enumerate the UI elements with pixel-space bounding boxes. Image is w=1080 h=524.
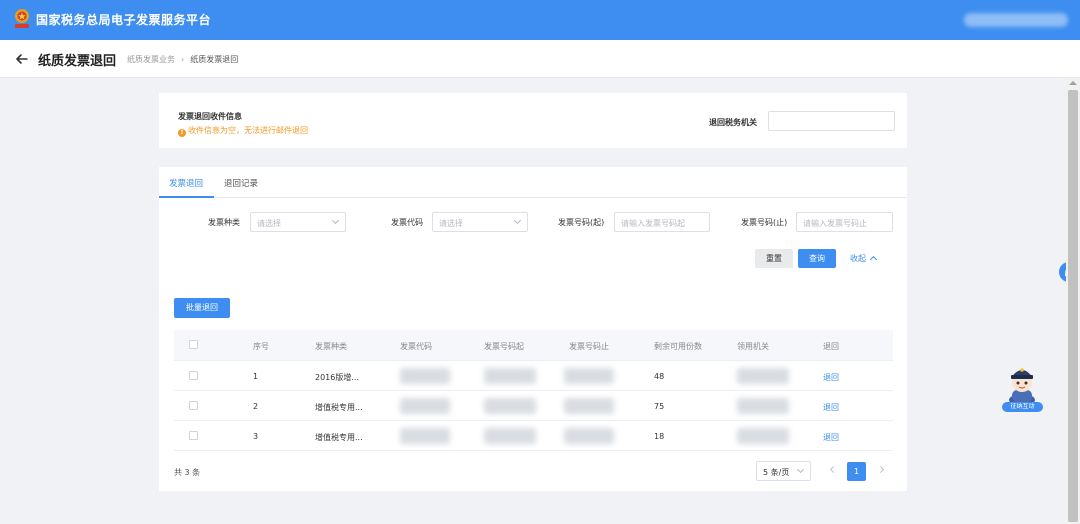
invoice-code-placeholder: 请选择 bbox=[439, 219, 463, 228]
row-invoice-type: 增值税专用... bbox=[315, 433, 363, 442]
top-bar: 国家税务总局电子发票服务平台 bbox=[0, 0, 1080, 40]
page-number-current[interactable]: 1 bbox=[847, 462, 866, 481]
total-count: 共 3 条 bbox=[174, 468, 201, 477]
col-issuing-office: 领用机关 bbox=[737, 342, 769, 351]
invoice-code-redacted bbox=[400, 368, 450, 384]
assistant-button[interactable]: 征纳互动 bbox=[1002, 402, 1043, 412]
site-title: 国家税务总局电子发票服务平台 bbox=[36, 13, 212, 27]
recipient-info-card: 发票退回收件信息 ! 收件信息为空，无法进行邮件退回 退回税务机关 bbox=[159, 93, 907, 148]
recipient-info-title: 发票退回收件信息 bbox=[178, 112, 242, 121]
issuing-office-redacted bbox=[737, 368, 789, 384]
col-invoice-no-end: 发票号码止 bbox=[569, 342, 609, 351]
invoice-type-placeholder: 请选择 bbox=[257, 219, 281, 228]
scroll-up-arrow-icon[interactable] bbox=[1069, 81, 1077, 85]
col-seq: 序号 bbox=[253, 342, 269, 351]
chevron-down-icon bbox=[331, 216, 340, 225]
invoice-code-label: 发票代码 bbox=[391, 218, 423, 227]
invoice-type-label: 发票种类 bbox=[208, 218, 240, 227]
row-remaining: 48 bbox=[654, 372, 665, 381]
invoice-code-redacted bbox=[400, 428, 450, 444]
invoice-no-end-redacted bbox=[564, 368, 614, 384]
recipient-warning-text: 收件信息为空，无法进行邮件退回 bbox=[188, 126, 308, 135]
tax-office-input[interactable] bbox=[768, 111, 895, 131]
reset-button[interactable]: 重置 bbox=[755, 249, 793, 268]
scrollbar-thumb[interactable] bbox=[1068, 90, 1078, 522]
col-invoice-type: 发票种类 bbox=[315, 342, 347, 351]
invoice-no-start-label: 发票号码(起) bbox=[558, 218, 605, 227]
page-title: 纸质发票退回 bbox=[38, 54, 117, 69]
row-checkbox[interactable] bbox=[189, 371, 198, 380]
tab-bar: 发票退回 退回记录 bbox=[159, 167, 907, 198]
tab-return-records[interactable]: 退回记录 bbox=[224, 177, 258, 189]
assistant-mascot-icon[interactable] bbox=[1002, 360, 1042, 406]
invoice-table: 序号 发票种类 发票代码 发票号码起 发票号码止 剩余可用份数 领用机关 退回 … bbox=[174, 330, 893, 451]
invoice-code-select[interactable]: 请选择 bbox=[432, 212, 528, 232]
invoice-no-start-redacted bbox=[484, 398, 536, 414]
table-row: 1 2016版增... 48 退回 bbox=[174, 361, 893, 391]
table-row: 3 增值税专用... 18 退回 bbox=[174, 421, 893, 451]
batch-return-button[interactable]: 批量退回 bbox=[174, 298, 230, 318]
invoice-type-select[interactable]: 请选择 bbox=[250, 212, 346, 232]
invoice-no-start-placeholder: 请输入发票号码起 bbox=[621, 219, 685, 228]
tax-office-label: 退回税务机关 bbox=[709, 118, 757, 127]
warning-icon: ! bbox=[178, 129, 186, 137]
invoice-return-card: 发票退回 退回记录 发票种类 请选择 发票代码 请选择 发票号码(起) 请输入发… bbox=[159, 167, 907, 491]
recipient-warning: ! 收件信息为空，无法进行邮件退回 bbox=[178, 125, 308, 137]
chevron-up-icon bbox=[869, 255, 878, 264]
row-remaining: 75 bbox=[654, 402, 665, 411]
row-seq: 1 bbox=[253, 372, 259, 381]
page-scrollbar[interactable] bbox=[1066, 78, 1080, 524]
next-page-icon[interactable] bbox=[876, 465, 885, 474]
prev-page-icon[interactable] bbox=[829, 465, 838, 474]
user-info-blurred[interactable] bbox=[964, 13, 1068, 27]
invoice-no-start-input[interactable]: 请输入发票号码起 bbox=[614, 212, 710, 232]
table-row: 2 增值税专用... 75 退回 bbox=[174, 391, 893, 421]
breadcrumb-separator: › bbox=[181, 55, 185, 64]
tab-invoice-return[interactable]: 发票退回 bbox=[169, 177, 203, 189]
row-seq: 3 bbox=[253, 432, 259, 441]
col-return: 退回 bbox=[823, 342, 839, 351]
issuing-office-redacted bbox=[737, 398, 789, 414]
col-remaining: 剩余可用份数 bbox=[654, 342, 702, 351]
row-seq: 2 bbox=[253, 402, 259, 411]
active-tab-indicator bbox=[159, 196, 214, 198]
page-header: 纸质发票退回 纸质发票业务 › 纸质发票退回 bbox=[0, 40, 1080, 78]
page-size-value: 5 条/页 bbox=[763, 468, 790, 477]
row-remaining: 18 bbox=[654, 432, 665, 441]
chevron-down-icon bbox=[513, 216, 522, 225]
collapse-button[interactable]: 收起 bbox=[850, 249, 886, 268]
row-checkbox[interactable] bbox=[189, 431, 198, 440]
invoice-no-end-input[interactable]: 请输入发票号码止 bbox=[796, 212, 893, 232]
invoice-no-end-redacted bbox=[564, 428, 614, 444]
table-header: 序号 发票种类 发票代码 发票号码起 发票号码止 剩余可用份数 领用机关 退回 bbox=[174, 330, 893, 361]
collapse-label: 收起 bbox=[850, 254, 866, 263]
return-link[interactable]: 退回 bbox=[823, 372, 839, 383]
breadcrumb-item-paper-invoice[interactable]: 纸质发票业务 bbox=[127, 55, 175, 64]
col-invoice-code: 发票代码 bbox=[400, 342, 432, 351]
col-invoice-no-start: 发票号码起 bbox=[484, 342, 524, 351]
invoice-no-start-redacted bbox=[484, 368, 536, 384]
invoice-code-redacted bbox=[400, 398, 450, 414]
invoice-no-end-label: 发票号码(止) bbox=[741, 218, 788, 227]
page-size-select[interactable]: 5 条/页 bbox=[756, 461, 811, 481]
row-checkbox[interactable] bbox=[189, 401, 198, 410]
issuing-office-redacted bbox=[737, 428, 789, 444]
invoice-no-start-redacted bbox=[484, 428, 536, 444]
return-link[interactable]: 退回 bbox=[823, 432, 839, 443]
row-invoice-type: 增值税专用... bbox=[315, 403, 363, 412]
return-link[interactable]: 退回 bbox=[823, 402, 839, 413]
back-arrow-icon[interactable] bbox=[14, 51, 30, 67]
tax-emblem-logo bbox=[15, 9, 29, 28]
select-all-checkbox[interactable] bbox=[189, 340, 198, 349]
row-invoice-type: 2016版增... bbox=[315, 373, 359, 382]
invoice-no-end-placeholder: 请输入发票号码止 bbox=[803, 219, 867, 228]
chevron-down-icon bbox=[796, 465, 805, 474]
breadcrumb: 纸质发票业务 › 纸质发票退回 bbox=[127, 54, 238, 65]
breadcrumb-item-current: 纸质发票退回 bbox=[190, 55, 239, 64]
query-button[interactable]: 查询 bbox=[798, 249, 836, 268]
invoice-no-end-redacted bbox=[564, 398, 614, 414]
